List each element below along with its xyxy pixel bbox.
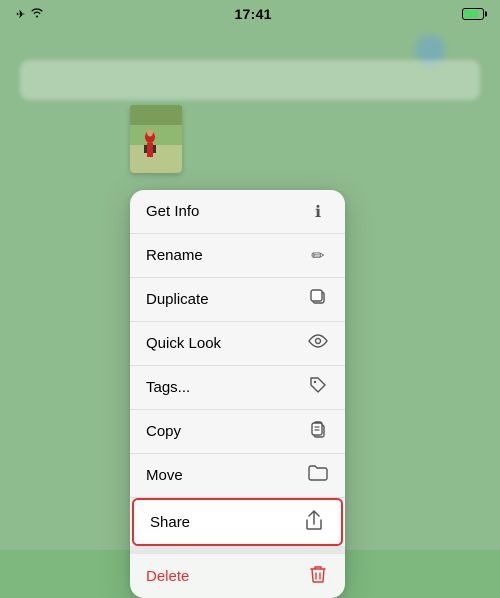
menu-item-delete-label: Delete — [146, 568, 189, 585]
menu-item-share-label: Share — [150, 514, 190, 531]
menu-item-copy[interactable]: Copy — [130, 410, 345, 454]
menu-item-delete[interactable]: Delete — [130, 554, 345, 598]
menu-item-quick-look-label: Quick Look — [146, 335, 221, 352]
share-icon — [303, 510, 325, 535]
menu-item-rename-label: Rename — [146, 247, 203, 264]
menu-item-quick-look[interactable]: Quick Look — [130, 322, 345, 366]
menu-item-move-label: Move — [146, 467, 183, 484]
bg-header-blur — [20, 60, 480, 100]
status-right — [462, 8, 484, 20]
pencil-icon: ✏ — [307, 246, 329, 266]
eye-icon — [307, 334, 329, 353]
delete-separator — [130, 546, 345, 554]
wifi-icon — [30, 7, 44, 21]
menu-item-get-info-label: Get Info — [146, 203, 199, 220]
menu-item-tags-label: Tags... — [146, 379, 190, 396]
menu-item-share[interactable]: Share — [134, 500, 341, 544]
info-icon: ℹ — [307, 202, 329, 222]
menu-item-copy-label: Copy — [146, 423, 181, 440]
battery-icon — [462, 8, 484, 20]
menu-item-duplicate[interactable]: Duplicate — [130, 278, 345, 322]
menu-item-tags[interactable]: Tags... — [130, 366, 345, 410]
menu-item-rename[interactable]: Rename ✏ — [130, 234, 345, 278]
trash-icon — [307, 565, 329, 588]
folder-icon — [307, 465, 329, 486]
context-menu: Get Info ℹ Rename ✏ Duplicate Quick Look… — [130, 190, 345, 598]
status-time: 17:41 — [234, 6, 271, 22]
status-left: ✈ — [16, 7, 44, 21]
menu-item-move[interactable]: Move — [130, 454, 345, 498]
status-bar: ✈ 17:41 — [0, 0, 500, 28]
battery-indicator — [462, 8, 484, 20]
copy-icon — [307, 420, 329, 443]
battery-fill — [464, 10, 478, 18]
tag-icon — [307, 376, 329, 399]
menu-item-duplicate-label: Duplicate — [146, 291, 209, 308]
file-thumbnail — [130, 105, 182, 173]
duplicate-icon — [307, 288, 329, 311]
airplane-icon: ✈ — [16, 8, 25, 21]
menu-item-get-info[interactable]: Get Info ℹ — [130, 190, 345, 234]
thumbnail-image — [130, 105, 182, 173]
